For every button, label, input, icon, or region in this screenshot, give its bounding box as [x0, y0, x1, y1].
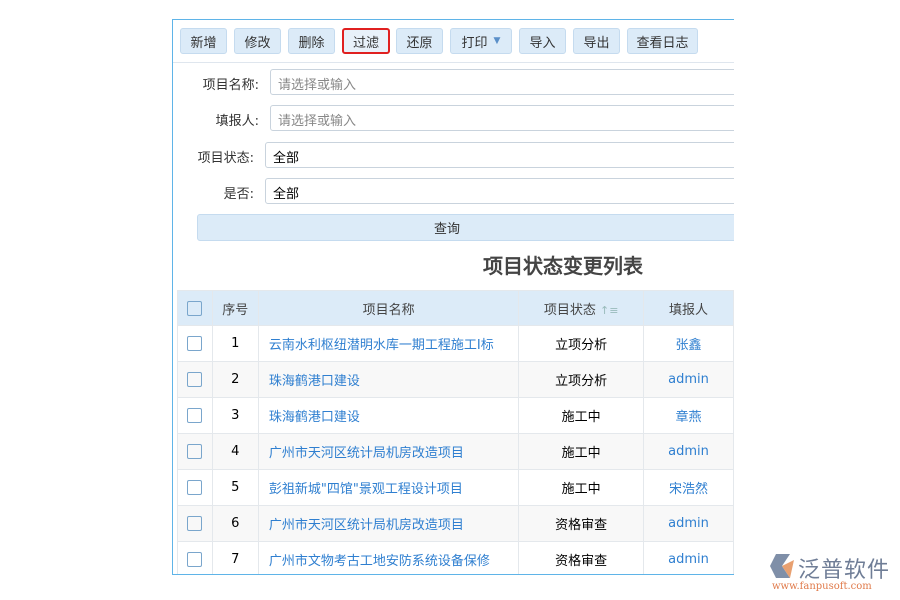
project-link[interactable]: 广州市天河区统计局机房改造项目	[269, 518, 464, 533]
main-panel: 新增 修改 删除 过滤 还原 打印 ▼ 导入 导出 查看日志 项目名称: 请选择或…	[172, 19, 734, 575]
logo-name: 泛普软件	[798, 552, 890, 584]
row-reporter[interactable]: 宋浩然	[644, 470, 734, 506]
status-label: 项目状态:	[172, 147, 254, 166]
filter-button[interactable]: 过滤	[342, 28, 390, 54]
project-link[interactable]: 珠海鹤港口建设	[269, 374, 360, 389]
table-row[interactable]: 7 广州市文物考古工地安防系统设备保修 资格审查 admin	[178, 542, 734, 576]
print-label: 打印	[462, 32, 488, 51]
reporter-link[interactable]: 张鑫	[675, 338, 701, 353]
row-status: 资格审查	[519, 542, 644, 576]
row-checkbox-cell	[178, 470, 213, 506]
col-seq: 序号	[212, 291, 258, 326]
restore-button[interactable]: 还原	[396, 28, 443, 54]
row-seq: 1	[212, 326, 258, 362]
row-checkbox[interactable]	[187, 336, 202, 351]
reporter-link[interactable]: 宋浩然	[669, 482, 708, 497]
row-checkbox-cell	[178, 506, 213, 542]
row-checkbox[interactable]	[187, 480, 202, 495]
col-reporter: 填报人	[644, 291, 734, 326]
row-status: 资格审查	[519, 506, 644, 542]
row-project-name[interactable]: 珠海鹤港口建设	[258, 362, 518, 398]
table-row[interactable]: 2 珠海鹤港口建设 立项分析 admin	[178, 362, 734, 398]
project-link[interactable]: 珠海鹤港口建设	[269, 410, 360, 425]
project-link[interactable]: 广州市文物考古工地安防系统设备保修	[269, 554, 490, 569]
row-reporter[interactable]: admin	[644, 506, 734, 542]
row-status: 施工中	[519, 398, 644, 434]
edit-button[interactable]: 修改	[234, 28, 281, 54]
add-button[interactable]: 新增	[180, 28, 227, 54]
row-checkbox-cell	[178, 542, 213, 576]
row-project-name[interactable]: 云南水利枢纽潜明水库一期工程施工I标	[258, 326, 518, 362]
project-link[interactable]: 广州市天河区统计局机房改造项目	[269, 446, 464, 461]
reporter-link[interactable]: admin	[668, 552, 709, 567]
row-checkbox[interactable]	[187, 516, 202, 531]
query-button[interactable]: 查询	[197, 214, 734, 241]
page-title: 项目状态变更列表	[173, 250, 734, 279]
row-seq: 7	[212, 542, 258, 576]
yes-no-label: 是否:	[172, 183, 254, 202]
view-log-button[interactable]: 查看日志	[627, 28, 698, 54]
row-status: 立项分析	[519, 326, 644, 362]
row-status: 立项分析	[519, 362, 644, 398]
table-row[interactable]: 5 彭祖新城"四馆"景观工程设计项目 施工中 宋浩然	[178, 470, 734, 506]
row-project-name[interactable]: 珠海鹤港口建设	[258, 398, 518, 434]
project-link[interactable]: 彭祖新城"四馆"景观工程设计项目	[269, 482, 463, 497]
table-header: 序号 项目名称 项目状态 ↑≡ 填报人	[178, 291, 734, 326]
row-reporter[interactable]: 章燕	[644, 398, 734, 434]
row-checkbox-cell	[178, 362, 213, 398]
yes-no-select[interactable]: 全部	[265, 178, 734, 204]
import-button[interactable]: 导入	[519, 28, 566, 54]
row-checkbox[interactable]	[187, 552, 202, 567]
row-checkbox-cell	[178, 434, 213, 470]
row-status: 施工中	[519, 470, 644, 506]
reporter-link[interactable]: admin	[668, 516, 709, 531]
sort-icon[interactable]: ↑≡	[600, 304, 618, 317]
status-select[interactable]: 全部	[265, 142, 734, 168]
row-reporter[interactable]: 张鑫	[644, 326, 734, 362]
col-status[interactable]: 项目状态 ↑≡	[519, 291, 644, 326]
row-project-name[interactable]: 彭祖新城"四馆"景观工程设计项目	[258, 470, 518, 506]
row-project-name[interactable]: 广州市天河区统计局机房改造项目	[258, 506, 518, 542]
select-all-checkbox[interactable]	[187, 301, 202, 316]
row-project-name[interactable]: 广州市文物考古工地安防系统设备保修	[258, 542, 518, 576]
row-checkbox-cell	[178, 326, 213, 362]
reporter-link[interactable]: admin	[668, 372, 709, 387]
reporter-label: 填报人:	[172, 110, 259, 129]
row-seq: 2	[212, 362, 258, 398]
row-reporter[interactable]: admin	[644, 362, 734, 398]
row-reporter[interactable]: admin	[644, 434, 734, 470]
row-checkbox[interactable]	[187, 444, 202, 459]
row-seq: 4	[212, 434, 258, 470]
row-project-name[interactable]: 广州市天河区统计局机房改造项目	[258, 434, 518, 470]
table-row[interactable]: 4 广州市天河区统计局机房改造项目 施工中 admin	[178, 434, 734, 470]
row-seq: 5	[212, 470, 258, 506]
project-name-input[interactable]: 请选择或输入	[270, 69, 734, 95]
reporter-link[interactable]: 章燕	[675, 410, 701, 425]
project-status-table: 序号 项目名称 项目状态 ↑≡ 填报人 1 云南水利枢纽潜明水库一期工程施工I标…	[177, 290, 734, 575]
row-checkbox[interactable]	[187, 408, 202, 423]
row-checkbox-cell	[178, 398, 213, 434]
col-status-label: 项目状态	[544, 303, 596, 318]
table-row[interactable]: 6 广州市天河区统计局机房改造项目 资格审查 admin	[178, 506, 734, 542]
col-project-name: 项目名称	[258, 291, 518, 326]
row-checkbox[interactable]	[187, 372, 202, 387]
toolbar: 新增 修改 删除 过滤 还原 打印 ▼ 导入 导出 查看日志	[173, 20, 734, 63]
delete-button[interactable]: 删除	[288, 28, 335, 54]
print-button[interactable]: 打印 ▼	[450, 28, 512, 54]
table-row[interactable]: 1 云南水利枢纽潜明水库一期工程施工I标 立项分析 张鑫	[178, 326, 734, 362]
row-seq: 3	[212, 398, 258, 434]
project-name-label: 项目名称:	[172, 74, 259, 93]
caret-down-icon: ▼	[494, 36, 501, 46]
row-status: 施工中	[519, 434, 644, 470]
reporter-input[interactable]: 请选择或输入	[270, 105, 734, 131]
select-all-cell	[178, 291, 213, 326]
row-seq: 6	[212, 506, 258, 542]
reporter-link[interactable]: admin	[668, 444, 709, 459]
project-link[interactable]: 云南水利枢纽潜明水库一期工程施工I标	[269, 338, 494, 353]
row-reporter[interactable]: admin	[644, 542, 734, 576]
table-row[interactable]: 3 珠海鹤港口建设 施工中 章燕	[178, 398, 734, 434]
logo-url: www.fanpusoft.com	[772, 581, 872, 592]
export-button[interactable]: 导出	[573, 28, 620, 54]
logo-mark-icon	[768, 552, 798, 580]
